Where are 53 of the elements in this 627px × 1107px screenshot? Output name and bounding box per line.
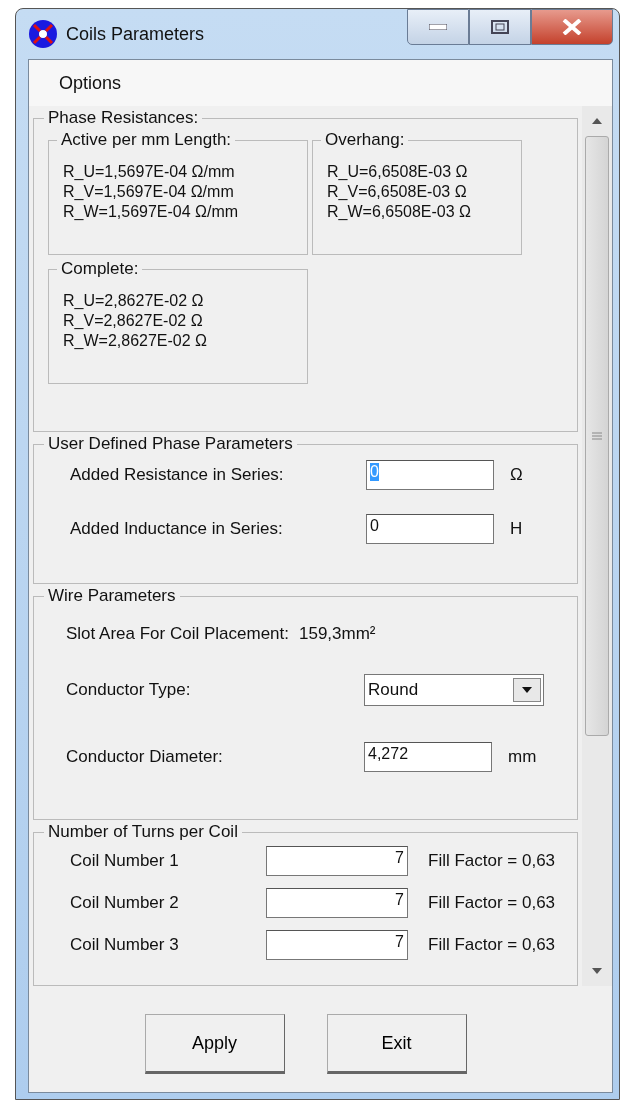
maximize-icon — [491, 20, 509, 34]
dialog-button[interactable]: Exit — [326, 1014, 467, 1074]
scrollbar[interactable] — [582, 106, 612, 986]
field-label: Added Inductance in Series: — [70, 519, 284, 539]
resistance-value: R_U=1,5697E-04 Ω/mm — [63, 162, 236, 182]
unit-label: mm — [508, 747, 537, 767]
fill-factor-label: Fill Factor = 0,63 — [428, 935, 556, 955]
group-title: Wire Parameters — [47, 586, 177, 606]
coil-label: Coil Number 3 — [70, 935, 180, 955]
field-label: Conductor Type: — [66, 680, 192, 700]
minimize-icon — [429, 24, 447, 30]
resistance-value: R_V=6,6508E-03 Ω — [327, 182, 468, 202]
scroll-down-arrow-icon[interactable] — [592, 968, 602, 974]
coil-label: Coil Number 1 — [70, 851, 180, 871]
resistance-value: R_U=6,6508E-03 Ω — [327, 162, 469, 182]
field-label: Added Resistance in Series: — [70, 465, 285, 485]
close-button[interactable] — [531, 9, 613, 45]
group-title: Number of Turns per Coil — [47, 822, 239, 842]
input-field[interactable]: 7 — [266, 846, 408, 876]
slot-area-label: Slot Area For Coil Placement: — [66, 624, 289, 644]
dropdown-caret-icon — [522, 687, 532, 693]
close-icon — [562, 19, 582, 35]
coil-label: Coil Number 2 — [70, 893, 180, 913]
conductor-type-dropdown[interactable]: Round — [364, 674, 544, 706]
resistance-value: R_W=6,6508E-03 Ω — [327, 202, 473, 222]
resistance-value: R_U=2,8627E-02 Ω — [63, 291, 205, 311]
scrollbar-thumb[interactable] — [585, 136, 609, 736]
window-title: Coils Parameters — [66, 23, 205, 45]
group-title: User Defined Phase Parameters — [47, 434, 294, 454]
group-title: Active per mm Length: — [60, 130, 233, 150]
field-label: Conductor Diameter: — [66, 747, 224, 767]
resistance-value: R_V=2,8627E-02 Ω — [63, 311, 204, 331]
unit-label: Ω — [510, 465, 523, 485]
menu-item[interactable]: Options — [59, 70, 122, 96]
group-title: Complete: — [60, 259, 140, 279]
scroll-up-arrow-icon[interactable] — [592, 118, 602, 124]
resistance-value: R_W=1,5697E-04 Ω/mm — [63, 202, 240, 222]
input-field[interactable]: 4,272 — [364, 742, 492, 772]
maximize-button[interactable] — [469, 9, 531, 45]
resistance-value: R_W=2,8627E-02 Ω — [63, 331, 209, 351]
app-logo-icon — [28, 19, 58, 49]
unit-label: H — [510, 519, 523, 539]
input-field[interactable]: 7 — [266, 930, 408, 960]
dialog-button[interactable]: Apply — [144, 1014, 285, 1074]
minimize-button[interactable] — [407, 9, 469, 45]
group-title: Overhang: — [324, 130, 406, 150]
slot-area-value: 159,3mm² — [299, 624, 376, 644]
group-title: Phase Resistances: — [47, 108, 200, 128]
input-field[interactable]: 0 — [366, 514, 494, 544]
resistance-value: R_V=1,5697E-04 Ω/mm — [63, 182, 235, 202]
fill-factor-label: Fill Factor = 0,63 — [428, 893, 556, 913]
fill-factor-label: Fill Factor = 0,63 — [428, 851, 556, 871]
input-field[interactable]: 7 — [266, 888, 408, 918]
